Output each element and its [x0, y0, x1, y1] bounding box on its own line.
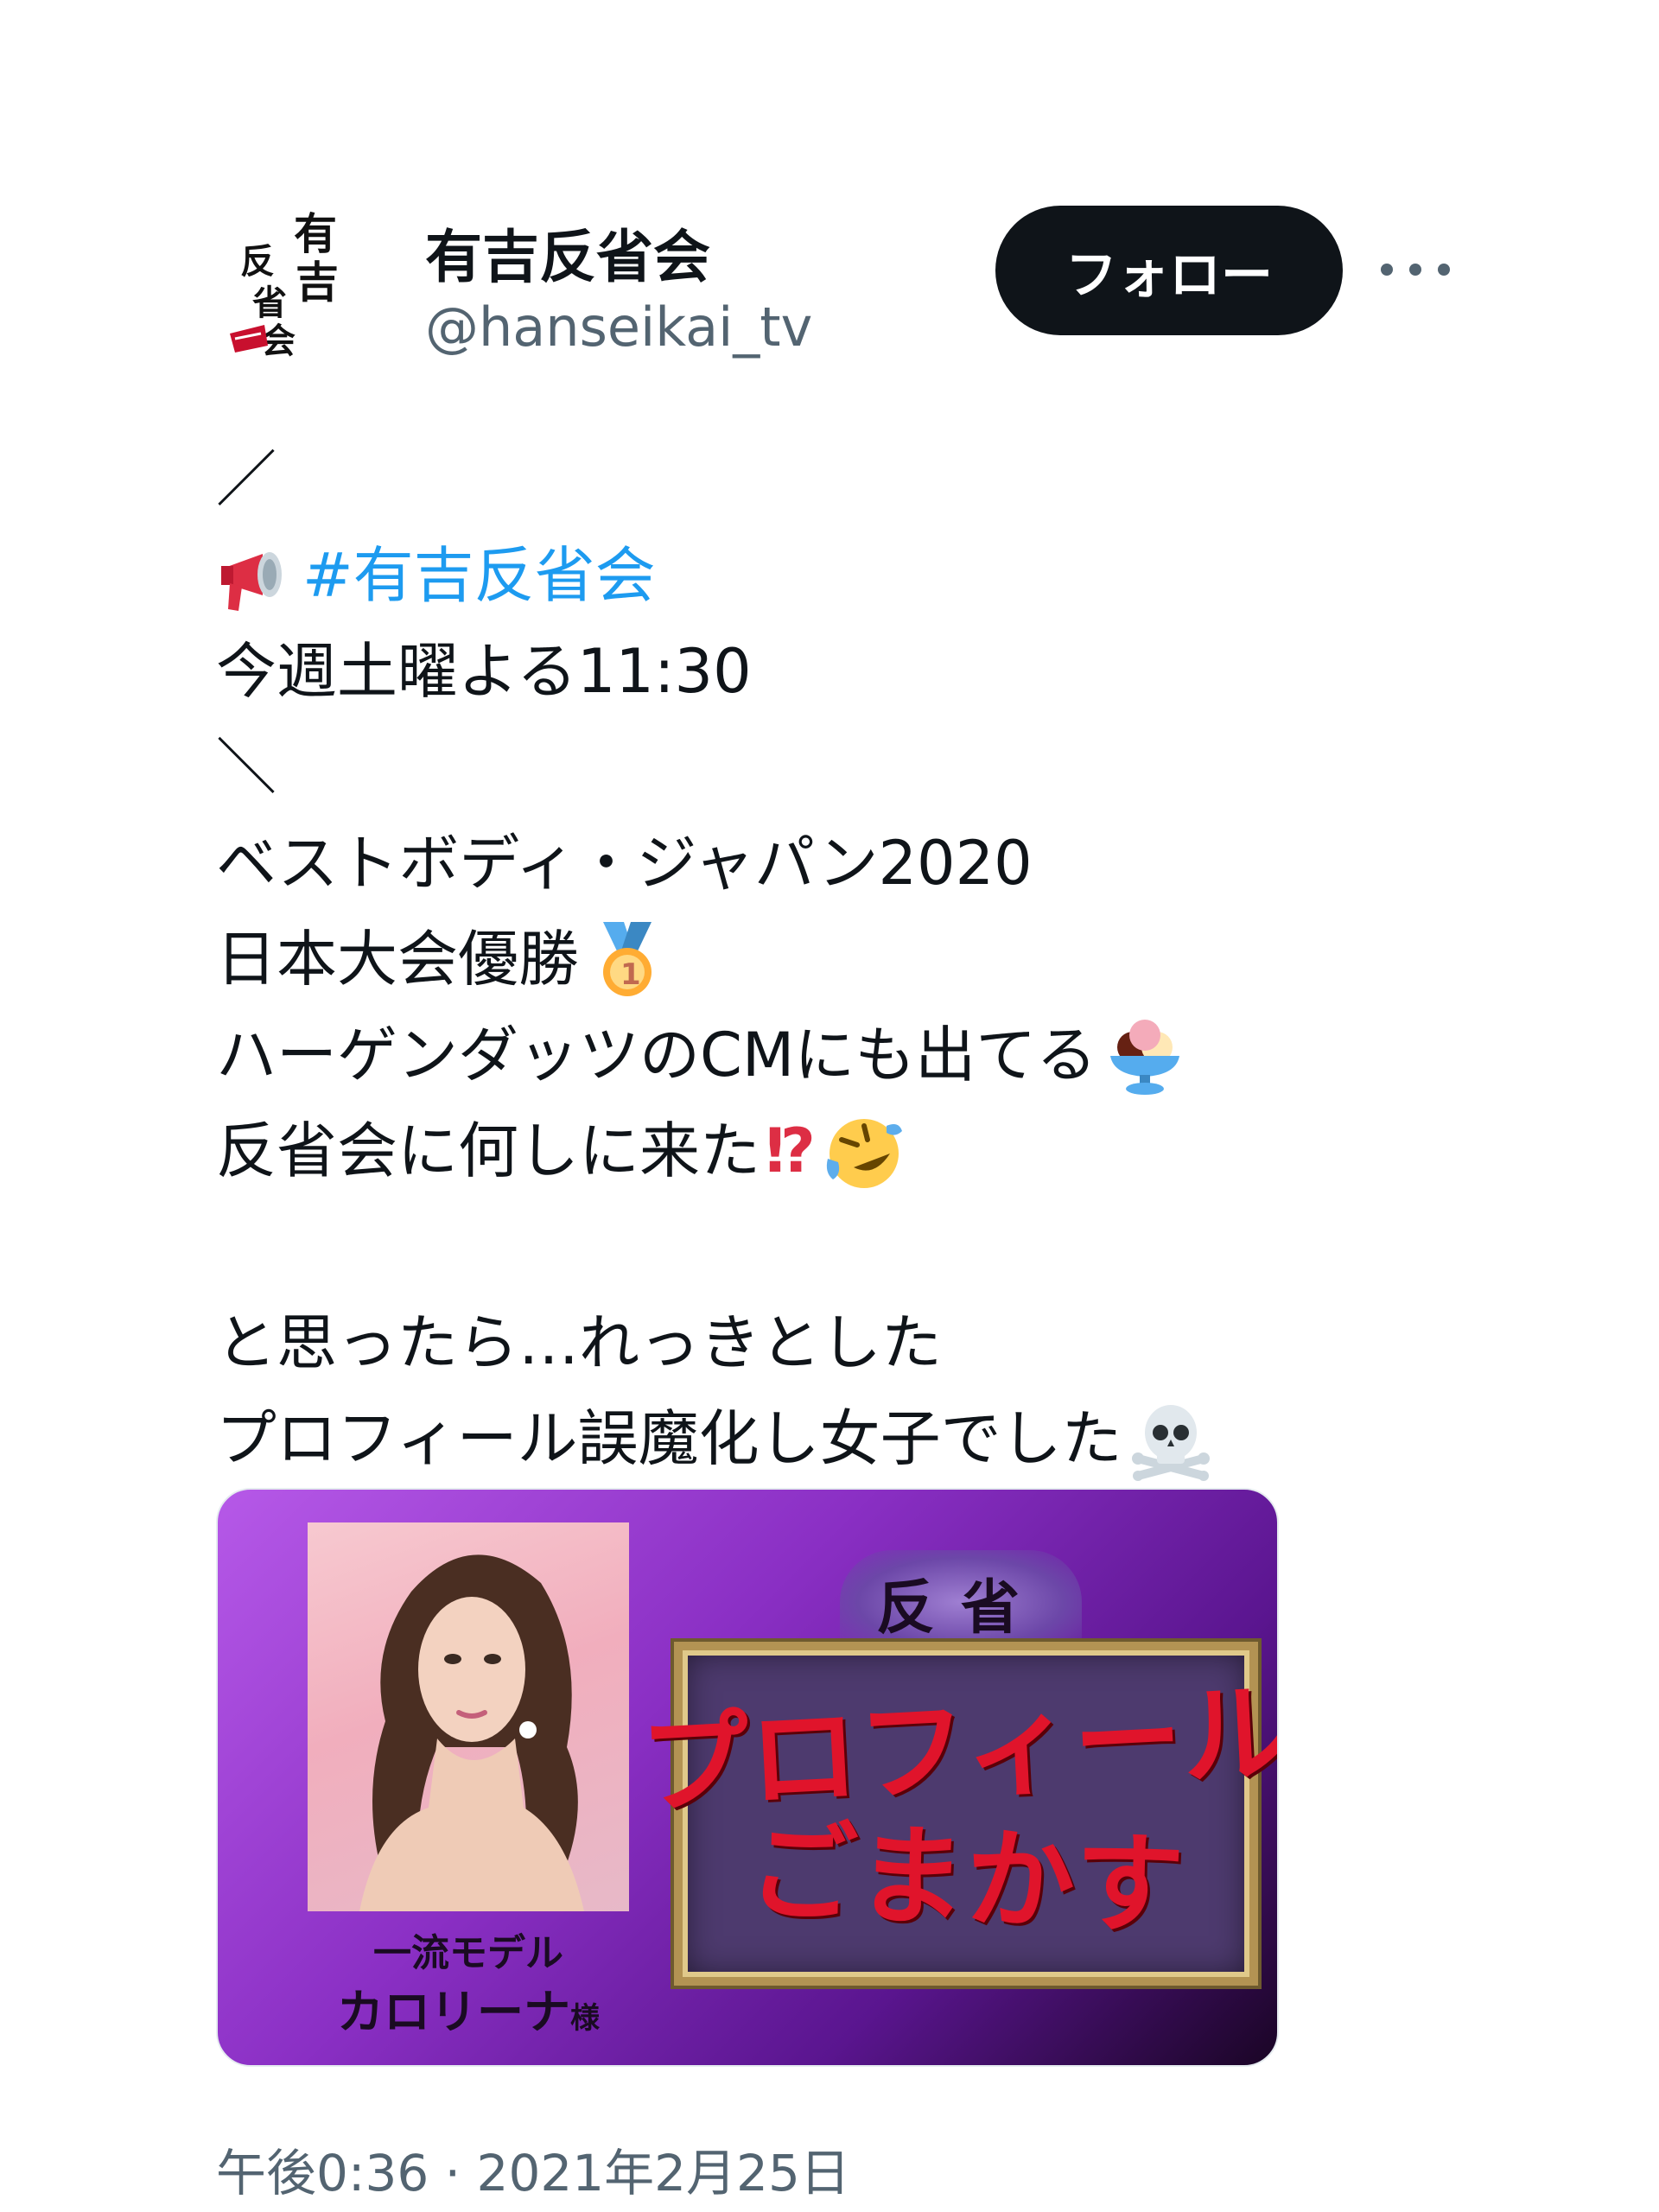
text-line: 日本大会優勝 1 — [216, 912, 1460, 1007]
interrobang-icon: ⁉ — [766, 1116, 817, 1186]
caption-title: 一流モデル — [373, 1931, 563, 1975]
mask-label: 反省 — [840, 1550, 1082, 1654]
text-schedule: 今週土曜よる11:30 — [216, 636, 752, 707]
text-line: と思ったら…れっきとした — [216, 1295, 1460, 1391]
board-line: プロフィール — [637, 1668, 1279, 1830]
text-line: ／ — [216, 432, 1460, 528]
text-backslash: ＼ — [216, 732, 276, 803]
board-line: ごまかす — [746, 1807, 1186, 1950]
tweet-timestamp[interactable]: 午後0:36 · 2021年2月25日 — [216, 2133, 850, 2205]
dot — [1381, 264, 1393, 276]
follow-button[interactable]: フォロー — [995, 206, 1343, 335]
dot — [1409, 264, 1421, 276]
caption-name-text: カロリーナ — [337, 1984, 570, 2039]
text-line: 今週土曜よる11:30 — [216, 624, 1460, 720]
text-line: プロフィール誤魔化し女子でした — [216, 1391, 1460, 1487]
text-slash: ／ — [216, 444, 276, 515]
text-reveal: と思ったら…れっきとした — [216, 1307, 942, 1378]
text-line: #有吉反省会 — [216, 528, 1460, 624]
tweet-media-image[interactable]: 一流モデル カロリーナ様 反省 プロフィール ごまかす — [216, 1488, 1279, 2067]
text-line: ＼ — [216, 720, 1460, 816]
caption-honorific: 様 — [570, 2001, 600, 2036]
tweet-text: ／ #有吉反省会 今週土曜よる11:30 ＼ ベストボディ・ジャパン2020 日… — [216, 432, 1460, 1487]
text-cm: ハーゲンダッツのCMにも出てる — [216, 1020, 1097, 1090]
model-photo — [308, 1522, 629, 1911]
text-line: ハーゲンダッツのCMにも出てる — [216, 1007, 1460, 1103]
user-handle[interactable]: @hanseikai_tv — [425, 296, 812, 359]
skull-crossbones-icon — [1129, 1398, 1212, 1481]
svg-text:1: 1 — [620, 957, 641, 992]
svg-text:有: 有 — [294, 208, 337, 259]
ice-cream-icon — [1103, 1014, 1186, 1097]
svg-text:吉: 吉 — [296, 257, 339, 308]
title-board: プロフィール ごまかす — [638, 1638, 1277, 1989]
rolling-laughing-icon — [823, 1110, 906, 1193]
text-line — [216, 1199, 1460, 1295]
text-bestbody: ベストボディ・ジャパン2020 — [216, 828, 1033, 899]
text-profile: プロフィール誤魔化し女子でした — [216, 1403, 1122, 1474]
caption-name: カロリーナ様 — [308, 1974, 629, 2042]
display-name[interactable]: 有吉反省会 — [425, 211, 710, 294]
text-champion: 日本大会優勝 — [216, 924, 579, 995]
hashtag-link[interactable]: #有吉反省会 — [302, 528, 656, 624]
avatar[interactable]: 有 吉 反 省 会 — [226, 204, 353, 361]
dot — [1438, 264, 1450, 276]
text-question: 反省会に何しに来た — [216, 1116, 760, 1186]
more-options-icon[interactable] — [1381, 252, 1450, 287]
svg-text:省: 省 — [252, 283, 287, 323]
text-line: ベストボディ・ジャパン2020 — [216, 816, 1460, 912]
megaphone-icon — [216, 535, 299, 618]
gold-medal-icon: 1 — [586, 918, 669, 1001]
hanseikai-logo: 有 吉 反 省 会 — [230, 208, 339, 361]
svg-text:反: 反 — [240, 241, 275, 282]
text-line: 反省会に何しに来た ⁉ — [216, 1103, 1460, 1199]
